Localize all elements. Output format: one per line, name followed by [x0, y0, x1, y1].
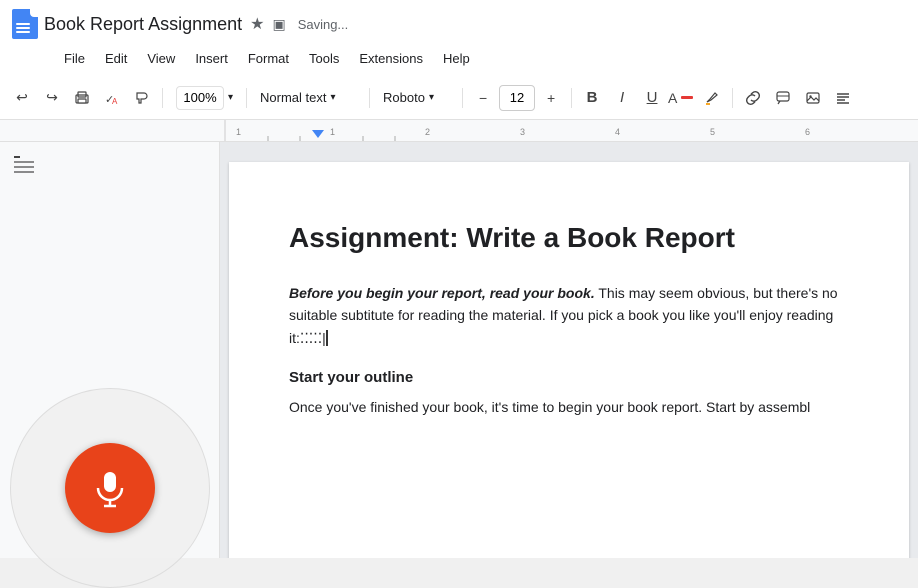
svg-text:2: 2 — [425, 127, 430, 137]
print-button[interactable] — [68, 84, 96, 112]
font-value: Roboto — [383, 90, 425, 105]
svg-text:5: 5 — [710, 127, 715, 137]
toolbar: ↩ ↪ ✓A ▾ Normal text ▾ Roboto ▾ − + B I … — [0, 76, 918, 120]
divider-3 — [369, 88, 370, 108]
document-area[interactable]: Assignment: Write a Book Report Before y… — [220, 142, 918, 558]
divider-4 — [462, 88, 463, 108]
zoom-input[interactable] — [176, 86, 224, 110]
svg-text:6: 6 — [805, 127, 810, 137]
font-selector[interactable]: Roboto ▾ — [376, 84, 456, 112]
menu-edit[interactable]: Edit — [97, 48, 135, 69]
font-dropdown-icon: ▾ — [429, 92, 434, 103]
svg-text:1: 1 — [236, 127, 241, 137]
text-color-button[interactable]: A — [668, 84, 696, 112]
image-button[interactable] — [799, 84, 827, 112]
menu-view[interactable]: View — [139, 48, 183, 69]
bold-button[interactable]: B — [578, 84, 606, 112]
title-actions: ★ ▣ Saving... — [250, 14, 348, 34]
voice-record-button[interactable] — [65, 443, 155, 533]
text-style-selector[interactable]: Normal text ▾ — [253, 84, 363, 112]
title-bar: Book Report Assignment ★ ▣ Saving... — [0, 0, 918, 44]
menu-bar: File Edit View Insert Format Tools Exten… — [0, 44, 918, 76]
font-size-input[interactable] — [499, 85, 535, 111]
text-style-value: Normal text — [260, 90, 326, 105]
document-subheading: Start your outline — [289, 369, 849, 386]
zoom-selector[interactable]: ▾ — [169, 84, 240, 112]
text-color-label: A — [668, 91, 677, 105]
font-size-decrease-button[interactable]: − — [469, 84, 497, 112]
menu-insert[interactable]: Insert — [187, 48, 236, 69]
document-page: Assignment: Write a Book Report Before y… — [229, 162, 909, 558]
document-paragraph-2: Once you've finished your book, it's tim… — [289, 396, 849, 418]
mic-icon — [90, 468, 130, 508]
divider-6 — [732, 88, 733, 108]
svg-text:3: 3 — [520, 127, 525, 137]
menu-help[interactable]: Help — [435, 48, 478, 69]
document-paragraph-1: Before you begin your report, read your … — [289, 282, 849, 349]
svg-text:1: 1 — [330, 127, 335, 137]
paragraph-1-bold: Before you begin your report, read your … — [289, 285, 595, 301]
outline-icon[interactable] — [12, 154, 207, 179]
voice-overlay — [10, 388, 210, 588]
text-cursor: | — [322, 330, 328, 346]
divider-5 — [571, 88, 572, 108]
menu-file[interactable]: File — [56, 48, 93, 69]
menu-tools[interactable]: Tools — [301, 48, 347, 69]
comment-button[interactable] — [769, 84, 797, 112]
saving-status: Saving... — [298, 17, 349, 32]
ruler: 1 1 2 3 4 5 6 — [0, 120, 918, 142]
redo-button[interactable]: ↪ — [38, 84, 66, 112]
font-size-increase-button[interactable]: + — [537, 84, 565, 112]
google-docs-icon — [12, 9, 38, 39]
paragraph-align-button[interactable] — [829, 84, 857, 112]
italic-button[interactable]: I — [608, 84, 636, 112]
spellcheck-button[interactable]: ✓A — [98, 84, 126, 112]
highlight-button[interactable] — [698, 84, 726, 112]
svg-text:A: A — [112, 97, 118, 106]
zoom-dropdown-icon: ▾ — [228, 92, 233, 103]
document-title[interactable]: Book Report Assignment — [44, 14, 242, 35]
menu-extensions[interactable]: Extensions — [351, 48, 431, 69]
divider-1 — [162, 88, 163, 108]
sidebar — [0, 142, 220, 558]
undo-button[interactable]: ↩ — [8, 84, 36, 112]
drive-icon[interactable]: ▣ — [272, 16, 285, 33]
main-area: Assignment: Write a Book Report Before y… — [0, 142, 918, 558]
svg-text:4: 4 — [615, 127, 620, 137]
text-style-dropdown-icon: ▾ — [331, 92, 336, 103]
link-button[interactable] — [739, 84, 767, 112]
paint-format-button[interactable] — [128, 84, 156, 112]
divider-2 — [246, 88, 247, 108]
document-heading: Assignment: Write a Book Report — [289, 222, 849, 254]
menu-format[interactable]: Format — [240, 48, 297, 69]
underline-button[interactable]: U — [638, 84, 666, 112]
star-icon[interactable]: ★ — [250, 14, 264, 34]
